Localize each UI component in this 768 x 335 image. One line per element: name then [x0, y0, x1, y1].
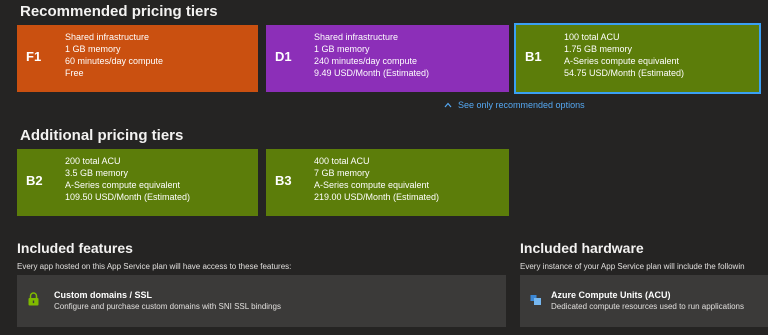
recommended-pricing-heading: Recommended pricing tiers — [20, 3, 218, 20]
tier-line: 200 total ACU — [65, 156, 121, 166]
included-features-heading: Included features — [17, 240, 133, 256]
tier-line: Free — [65, 68, 84, 78]
tier-details: 200 total ACU 3.5 GB memory A-Series com… — [65, 155, 190, 203]
tier-line: 240 minutes/day compute — [314, 56, 418, 66]
tier-code: B1 — [525, 49, 542, 64]
hardware-item-acu[interactable]: Azure Compute Units (ACU) Dedicated comp… — [520, 275, 768, 327]
tier-details: Shared infrastructure 1 GB memory 240 mi… — [314, 31, 429, 79]
tier-code: D1 — [275, 49, 292, 64]
tier-tile-b3[interactable]: B3 400 total ACU 7 GB memory A-Series co… — [266, 149, 509, 216]
tier-line: 3.5 GB memory — [65, 168, 129, 178]
tier-details: 400 total ACU 7 GB memory A-Series compu… — [314, 155, 439, 203]
tier-line: 60 minutes/day compute — [65, 56, 164, 66]
tier-tile-b2[interactable]: B2 200 total ACU 3.5 GB memory A-Series … — [17, 149, 258, 216]
tier-line: 1 GB memory — [314, 44, 370, 54]
tier-line: 1.75 GB memory — [564, 44, 633, 54]
tier-line: Shared infrastructure — [65, 32, 150, 42]
tier-line: A-Series compute equivalent — [65, 180, 181, 190]
feature-title: Custom domains / SSL — [54, 290, 153, 300]
tier-tile-d1[interactable]: D1 Shared infrastructure 1 GB memory 240… — [266, 25, 509, 92]
included-hardware-heading: Included hardware — [520, 240, 644, 256]
tier-tile-b1[interactable]: B1 100 total ACU 1.75 GB memory A-Series… — [514, 23, 761, 94]
tier-line: 219.00 USD/Month (Estimated) — [314, 192, 440, 202]
tier-line: 109.50 USD/Month (Estimated) — [65, 192, 191, 202]
feature-item-custom-domains[interactable]: Custom domains / SSL Configure and purch… — [17, 275, 506, 327]
chevron-up-icon — [444, 100, 452, 110]
hardware-title: Azure Compute Units (ACU) — [551, 290, 671, 300]
tier-line: 9.49 USD/Month (Estimated) — [314, 68, 430, 78]
tier-tile-f1[interactable]: F1 Shared infrastructure 1 GB memory 60 … — [17, 25, 258, 92]
tier-line: Shared infrastructure — [314, 32, 399, 42]
tier-code: F1 — [26, 49, 42, 64]
tier-line: 100 total ACU — [564, 32, 620, 42]
tier-line: A-Series compute equivalent — [564, 56, 680, 66]
tier-line: 54.75 USD/Month (Estimated) — [564, 68, 685, 78]
included-features-description: Every app hosted on this App Service pla… — [17, 262, 292, 271]
tier-code: B2 — [26, 173, 43, 188]
tier-line: 7 GB memory — [314, 168, 370, 178]
lock-icon — [27, 292, 40, 306]
additional-pricing-heading: Additional pricing tiers — [20, 127, 184, 144]
hardware-description: Dedicated compute resources used to run … — [551, 302, 744, 311]
tier-details: 100 total ACU 1.75 GB memory A-Series co… — [564, 31, 684, 79]
tier-code: B3 — [275, 173, 292, 188]
tier-line: 1 GB memory — [65, 44, 121, 54]
see-recommended-label: See only recommended options — [458, 100, 585, 110]
tier-details: Shared infrastructure 1 GB memory 60 min… — [65, 31, 163, 79]
see-recommended-link[interactable]: See only recommended options — [444, 100, 585, 110]
included-hardware-description: Every instance of your App Service plan … — [520, 262, 745, 271]
tier-line: A-Series compute equivalent — [314, 180, 430, 190]
compute-units-icon — [530, 293, 542, 305]
tier-line: 400 total ACU — [314, 156, 370, 166]
feature-description: Configure and purchase custom domains wi… — [54, 302, 281, 311]
